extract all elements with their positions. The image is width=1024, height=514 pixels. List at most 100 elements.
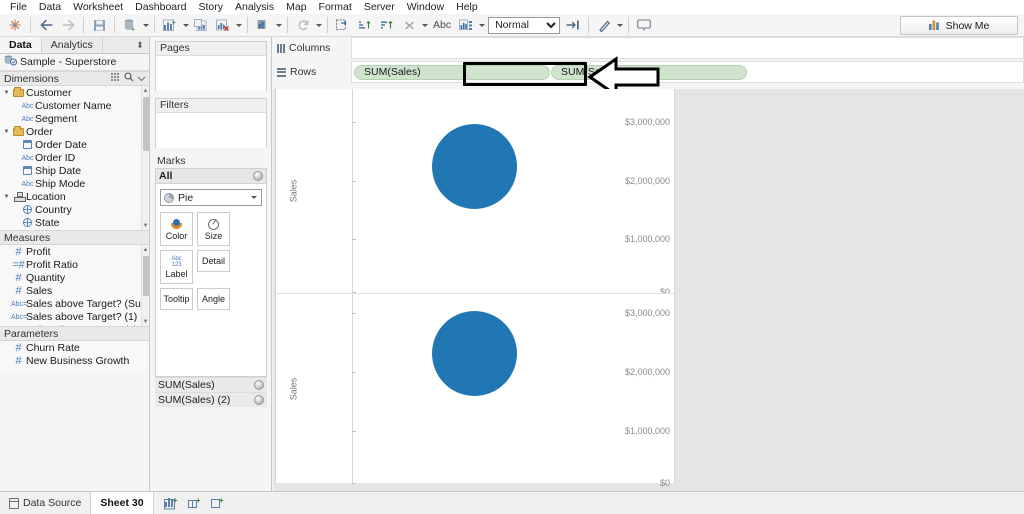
scroll-up-icon[interactable]: ▲ <box>142 245 149 254</box>
marks-all-row[interactable]: All <box>156 169 266 184</box>
rows-shelf-drop-area[interactable]: SUM(Sales) SUM(Sales) <box>351 61 1024 83</box>
filters-card-drop-area[interactable] <box>156 113 266 148</box>
new-worksheet-icon[interactable]: + <box>163 496 178 510</box>
dimension-ship-mode[interactable]: Abc Ship Mode <box>0 177 149 190</box>
mark-type-dropdown[interactable]: Pie <box>160 189 262 206</box>
pin-icon[interactable]: ⬍ <box>135 40 145 51</box>
dimension-customer-name[interactable]: Abc Customer Name <box>0 99 149 112</box>
fit-axes-dropdown-icon[interactable] <box>477 15 486 35</box>
new-story-icon[interactable]: + <box>210 496 224 510</box>
viz-panes[interactable]: Sales $3,000,000 $2,000,000 $1,000,000 $… <box>275 89 675 488</box>
dimension-location[interactable]: ▼ Location <box>0 190 149 203</box>
pages-card[interactable]: Pages <box>155 41 267 91</box>
marks-label-button[interactable]: Abc 123 Label <box>160 250 193 284</box>
marks-all-indicator-icon[interactable] <box>253 171 263 181</box>
menu-item-dashboard[interactable]: Dashboard <box>129 0 192 14</box>
new-worksheet-icon[interactable]: + <box>160 15 180 35</box>
dimension-country[interactable]: Country <box>0 203 149 216</box>
measure-profit[interactable]: # Profit <box>0 245 149 258</box>
marks-tooltip-button[interactable]: Tooltip <box>160 288 193 310</box>
new-data-source-dropdown-icon[interactable] <box>141 15 150 35</box>
dimension-state[interactable]: State <box>0 216 149 229</box>
menu-item-analysis[interactable]: Analysis <box>229 0 280 14</box>
scroll-thumb[interactable] <box>143 97 149 151</box>
fit-select[interactable]: NormalFit WidthFit HeightEntire View <box>488 16 561 34</box>
chart-pane-2[interactable]: Sales $3,000,000 $2,000,000 $1,000,000 $… <box>276 293 674 488</box>
dimension-order-id[interactable]: Abc Order ID <box>0 151 149 164</box>
search-icon[interactable] <box>124 72 134 85</box>
tab-analytics[interactable]: Analytics <box>42 37 103 53</box>
filters-card[interactable]: Filters <box>155 98 267 148</box>
measure-sales-above-target-1-su[interactable]: Abc=Sales above Target? (1) (Su... <box>0 310 149 323</box>
dimension-order-date[interactable]: Order Date <box>0 138 149 151</box>
save-icon[interactable] <box>89 15 109 35</box>
marks-size-button[interactable]: Size <box>197 212 230 246</box>
duplicate-sheet-icon[interactable] <box>191 15 211 35</box>
tab-data[interactable]: Data <box>0 37 42 53</box>
grid-view-icon[interactable] <box>111 72 121 85</box>
swap-rows-columns-icon[interactable] <box>253 15 273 35</box>
tableau-logo-icon[interactable] <box>5 15 25 35</box>
dimension-customer[interactable]: ▼ Customer <box>0 86 149 99</box>
measure-profit-ratio[interactable]: =# Profit Ratio <box>0 258 149 271</box>
sort-descending-icon[interactable] <box>377 15 397 35</box>
menu-item-window[interactable]: Window <box>401 0 450 14</box>
dimension-ship-date[interactable]: Ship Date <box>0 164 149 177</box>
parameter-new-business-growth[interactable]: # New Business Growth <box>0 354 149 367</box>
menu-item-story[interactable]: Story <box>192 0 229 14</box>
menu-item-server[interactable]: Server <box>358 0 401 14</box>
dimension-order[interactable]: ▼ Order <box>0 125 149 138</box>
marks-angle-button[interactable]: Angle <box>197 288 230 310</box>
dimension-segment[interactable]: Abc Segment <box>0 112 149 125</box>
scroll-down-icon[interactable]: ▼ <box>142 317 149 326</box>
marks-color-button[interactable]: Color <box>160 212 193 246</box>
mark-layer-sum-sales[interactable]: SUM(Sales) <box>155 377 267 392</box>
tab-data-source[interactable]: Data Source <box>0 492 92 514</box>
pill-sum-sales-2[interactable]: SUM(Sales) <box>551 64 747 80</box>
measures-scrollbar[interactable]: ▲ ▼ <box>141 245 149 326</box>
scroll-thumb[interactable] <box>143 256 149 296</box>
pill-sum-sales-1[interactable]: SUM(Sales) <box>354 64 550 80</box>
menu-item-file[interactable]: File <box>4 0 33 14</box>
expand-triangle-icon[interactable]: ▼ <box>2 194 11 200</box>
data-source-row[interactable]: Sample - Superstore <box>0 54 149 71</box>
sort-ascending-icon[interactable] <box>355 15 375 35</box>
scroll-down-icon[interactable]: ▼ <box>142 221 149 230</box>
parameters-list[interactable]: # Churn Rate # New Business Growth <box>0 341 149 371</box>
dimensions-menu-icon[interactable] <box>137 73 146 85</box>
highlight-dropdown-icon[interactable] <box>615 15 624 35</box>
mark-layer-sum-sales-2[interactable]: SUM(Sales) (2) <box>155 392 267 407</box>
totals-icon[interactable] <box>399 15 419 35</box>
back-arrow-icon[interactable] <box>36 15 56 35</box>
chart-pane-1[interactable]: Sales $3,000,000 $2,000,000 $1,000,000 $… <box>276 89 674 297</box>
menu-item-format[interactable]: Format <box>313 0 358 14</box>
marks-detail-button[interactable]: Detail <box>197 250 230 272</box>
fix-axes-icon[interactable] <box>563 15 583 35</box>
tab-sheet-30[interactable]: Sheet 30 <box>91 492 154 514</box>
refresh-data-icon[interactable] <box>293 15 313 35</box>
refresh-dropdown-icon[interactable] <box>314 15 323 35</box>
swap-dropdown-icon[interactable] <box>274 15 283 35</box>
new-worksheet-dropdown-icon[interactable] <box>181 15 190 35</box>
show-me-button[interactable]: Show Me <box>900 16 1018 35</box>
clear-sheet-dropdown-icon[interactable] <box>234 15 243 35</box>
show-mark-labels-button[interactable]: Abc <box>429 19 455 31</box>
mark-layer-indicator-icon[interactable] <box>254 380 264 390</box>
pie-mark-1[interactable] <box>432 124 517 209</box>
dimensions-list[interactable]: ▼ Customer Abc Customer Name Abc Segment ▼ Orde… <box>0 86 149 255</box>
measures-list[interactable]: # Profit =# Profit Ratio # Quantity # Sales Abc=… <box>0 245 149 336</box>
presentation-mode-icon[interactable] <box>634 15 654 35</box>
menu-item-worksheet[interactable]: Worksheet <box>67 0 129 14</box>
totals-dropdown-icon[interactable] <box>420 15 429 35</box>
measure-quantity[interactable]: # Quantity <box>0 271 149 284</box>
measure-sales-above-target-sum[interactable]: Abc= Sales above Target? (Sum) <box>0 297 149 310</box>
pie-mark-2[interactable] <box>432 311 517 396</box>
measure-sales[interactable]: # Sales <box>0 284 149 297</box>
forward-arrow-icon[interactable] <box>58 15 78 35</box>
parameter-churn-rate[interactable]: # Churn Rate <box>0 341 149 354</box>
marks-card-empty-area[interactable] <box>156 316 266 376</box>
new-data-source-icon[interactable]: + <box>120 15 140 35</box>
columns-shelf-drop-area[interactable] <box>351 37 1024 59</box>
menu-item-map[interactable]: Map <box>280 0 312 14</box>
menu-item-help[interactable]: Help <box>450 0 484 14</box>
